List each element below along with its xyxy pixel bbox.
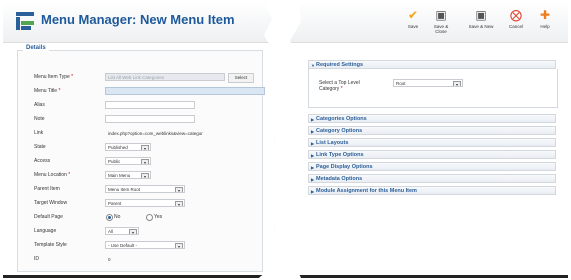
top-level-category-select[interactable]: Root ▾ xyxy=(393,79,463,87)
save-button[interactable]: ✔ Save xyxy=(400,8,426,29)
accordion-label: Metadata Options xyxy=(316,176,363,182)
accordion-label: Module Assignment for this Menu Item xyxy=(316,188,417,194)
accordion-label: Required Settings xyxy=(316,62,364,68)
help-label: Help xyxy=(540,24,550,29)
field-label: Note xyxy=(34,116,45,122)
field-label: Menu Title xyxy=(34,88,58,94)
accordion-label: List Layouts xyxy=(316,140,349,146)
field-label: Link xyxy=(34,130,44,136)
select-button[interactable]: Select xyxy=(228,73,254,83)
note-input[interactable] xyxy=(105,115,195,123)
accordion-label: Page Display Options xyxy=(316,164,373,170)
state-select[interactable]: Published ▾ xyxy=(105,143,151,151)
field-label: ID xyxy=(34,256,39,262)
chevron-down-icon: ▾ xyxy=(453,81,461,86)
cancel-label: Cancel xyxy=(508,24,523,29)
radio-label-yes: Yes xyxy=(154,214,163,220)
language-value: All xyxy=(108,229,114,234)
torn-edge xyxy=(3,275,275,278)
target-window-select[interactable]: Parent ▾ xyxy=(105,199,185,207)
menu-location-value: Main Menu xyxy=(108,173,131,178)
alias-input[interactable] xyxy=(105,101,195,109)
accordion-module-assignment[interactable]: ▶ Module Assignment for this Menu Item xyxy=(308,186,556,195)
default-page-yes-radio[interactable] xyxy=(146,214,153,221)
top-level-category-label: Select a Top Level Category xyxy=(319,80,360,92)
chevron-down-icon: ▾ xyxy=(141,159,149,164)
field-label: Menu Item Type xyxy=(34,74,70,80)
details-legend: Details xyxy=(23,45,49,51)
torn-edge xyxy=(290,275,568,278)
chevron-right-icon: ▶ xyxy=(311,141,315,146)
state-value: Published xyxy=(108,145,128,150)
chevron-right-icon: ▶ xyxy=(311,117,315,122)
chevron-right-icon: ▶ xyxy=(311,165,315,170)
field-label: Menu Location xyxy=(34,172,67,178)
accordion-page-display-options[interactable]: ▶ Page Display Options xyxy=(308,162,556,171)
cancel-button[interactable]: ⨂ Cancel xyxy=(503,8,529,29)
accordion-required-settings[interactable]: ▼ Required Settings xyxy=(308,60,556,69)
field-label: Alias xyxy=(34,102,45,108)
toolbar: ✔ Save ▣ Save & Close ▣ Save & New ⨂ Can… xyxy=(290,2,568,43)
field-label: Template Style xyxy=(34,242,67,248)
field-label: Parent Item xyxy=(34,186,60,192)
accordion-label: Link Type Options xyxy=(316,152,364,158)
default-page-no-radio[interactable] xyxy=(106,214,113,221)
cancel-icon: ⨂ xyxy=(510,8,522,22)
chevron-right-icon: ▶ xyxy=(311,189,315,194)
checkmark-icon: ✔ xyxy=(407,8,419,22)
menu-title-input[interactable] xyxy=(105,87,265,95)
save-close-button[interactable]: ▣ Save & Close xyxy=(428,8,454,34)
help-icon: ✚ xyxy=(539,8,551,22)
required-settings-body: Select a Top Level Category * Root ▾ xyxy=(308,69,558,108)
menu-location-select[interactable]: Main Menu ▾ xyxy=(105,171,151,179)
access-select[interactable]: Public ▾ xyxy=(105,157,151,165)
chevron-down-icon: ▾ xyxy=(141,173,149,178)
accordion-label: Category Options xyxy=(316,128,363,134)
access-value: Public xyxy=(108,159,121,164)
radio-label-no: No xyxy=(114,214,121,220)
chevron-down-icon: ▾ xyxy=(175,187,183,192)
menu-item-details-panel: Menu Manager: New Menu Item Details Menu… xyxy=(3,2,275,278)
top-level-category-value: Root xyxy=(396,81,406,86)
field-label: Access xyxy=(34,158,51,164)
chevron-down-icon: ▾ xyxy=(129,229,137,234)
accordion-link-type-options[interactable]: ▶ Link Type Options xyxy=(308,150,556,159)
field-label: State xyxy=(34,144,46,150)
page-header: Menu Manager: New Menu Item xyxy=(3,2,275,43)
link-value: index.php?option=com_weblinks&view=categ… xyxy=(108,131,203,136)
menu-item-options-panel: ✔ Save ▣ Save & Close ▣ Save & New ⨂ Can… xyxy=(290,2,568,278)
save-new-label: Save & New xyxy=(468,24,494,29)
field-label: Target Window xyxy=(34,200,68,206)
accordion-list-layouts[interactable]: ▶ List Layouts xyxy=(308,138,556,147)
accordion-category-options[interactable]: ▶ Category Options xyxy=(308,126,556,135)
page-title: Menu Manager: New Menu Item xyxy=(41,12,235,27)
chevron-down-icon: ▾ xyxy=(175,243,183,248)
accordion-metadata-options[interactable]: ▶ Metadata Options xyxy=(308,174,556,183)
help-button[interactable]: ✚ Help xyxy=(532,8,558,29)
parent-item-select[interactable]: Menu Item Root ▾ xyxy=(105,185,185,193)
chevron-down-icon: ▾ xyxy=(175,201,183,206)
template-style-value: - Use Default - xyxy=(108,243,138,248)
save-close-icon: ▣ xyxy=(435,8,447,22)
chevron-right-icon: ▶ xyxy=(311,129,315,134)
chevron-down-icon: ▾ xyxy=(141,145,149,150)
chevron-right-icon: ▶ xyxy=(311,177,315,182)
target-window-value: Parent xyxy=(108,201,122,206)
save-new-button[interactable]: ▣ Save & New xyxy=(468,8,494,29)
id-value: 0 xyxy=(108,257,111,262)
save-label: Save xyxy=(407,24,419,29)
field-label: Default Page xyxy=(34,214,63,220)
template-style-select[interactable]: - Use Default - ▾ xyxy=(105,241,185,249)
field-label: Language xyxy=(34,228,57,234)
parent-item-value: Menu Item Root xyxy=(108,187,141,192)
language-select[interactable]: All ▾ xyxy=(105,227,139,235)
menu-manager-icon xyxy=(16,12,34,30)
save-new-icon: ▣ xyxy=(475,8,487,22)
chevron-right-icon: ▶ xyxy=(311,153,315,158)
accordion-categories-options[interactable]: ▶ Categories Options xyxy=(308,114,556,123)
menu-item-type-field[interactable]: List All Web Link Categories xyxy=(105,73,225,81)
save-close-label: Save & Close xyxy=(433,24,449,34)
accordion-label: Categories Options xyxy=(316,116,367,122)
